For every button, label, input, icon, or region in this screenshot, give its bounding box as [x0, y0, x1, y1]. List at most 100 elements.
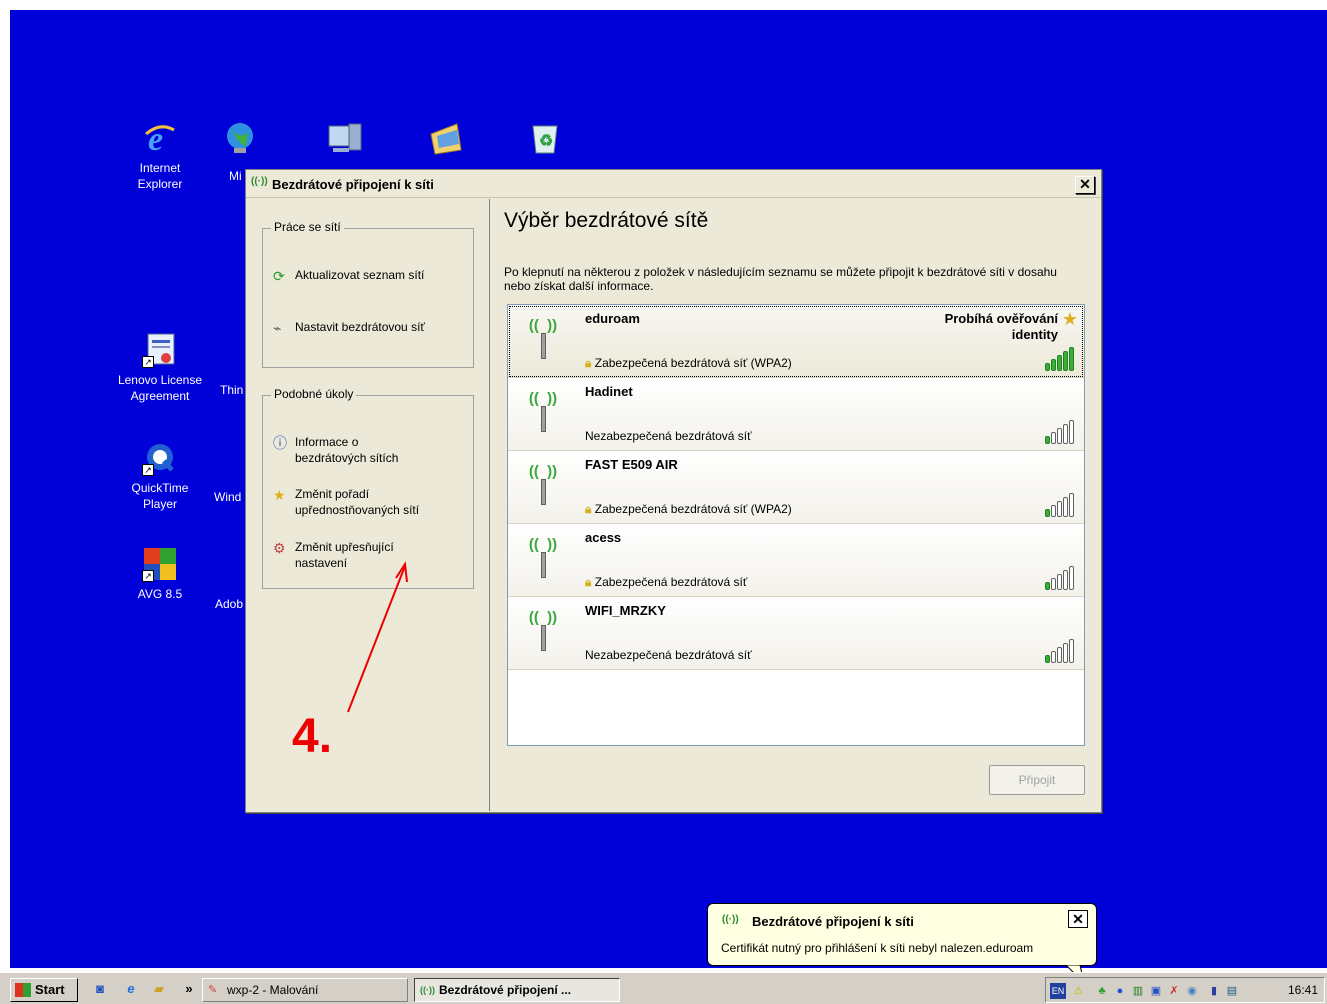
notification-balloon[interactable]: ((·)) Bezdrátové připojení k síti ✕ Cert…	[707, 903, 1097, 985]
signal-bar	[1051, 505, 1056, 517]
folder-icon[interactable]: ▰	[150, 980, 168, 998]
start-button[interactable]: Start	[10, 978, 78, 1002]
signal-strength-icon	[1045, 566, 1074, 590]
signal-meter-icon[interactable]: ▥	[1130, 983, 1146, 999]
desktop-icon-recycle-bin[interactable]: ♻	[515, 120, 575, 160]
wireless-icon: ((·))	[251, 176, 268, 187]
network-warning-icon[interactable]: ⚠	[1070, 983, 1086, 999]
signal-bar	[1069, 493, 1074, 517]
computer-icon	[327, 120, 363, 156]
windows-logo-icon	[15, 983, 31, 997]
network-name: acess	[585, 530, 622, 545]
network-list[interactable]: (( )) eduroam Probíhá ověřování identity…	[507, 304, 1085, 746]
start-label: Start	[35, 982, 65, 997]
security-text: Zabezpečená bezdrátová síť (WPA2)	[594, 356, 792, 370]
task-refresh-list[interactable]: ⟳ Aktualizovat seznam sítí	[273, 267, 424, 285]
network-name: WIFI_MRZKY	[585, 603, 666, 618]
signal-strength-icon	[1045, 420, 1074, 444]
signal-bar	[1063, 424, 1068, 444]
globe-icon	[222, 120, 258, 156]
antenna-icon: (( ))	[520, 317, 566, 365]
recycle-bin-icon: ♻	[527, 120, 563, 156]
desktop-icon-quicktime[interactable]: ↗ QuickTime Player	[110, 440, 210, 512]
signal-bar	[1063, 570, 1068, 590]
network-name: eduroam	[585, 311, 640, 326]
signal-bar	[1057, 574, 1062, 590]
language-indicator[interactable]: EN	[1050, 983, 1066, 999]
signal-bar	[1045, 655, 1050, 663]
network-tasks-group: Práce se sítí ⟳ Aktualizovat seznam sítí…	[262, 220, 474, 368]
desktop-icon-internet-explorer[interactable]: e Internet Explorer	[110, 120, 210, 192]
balloon-close-button[interactable]: ✕	[1068, 910, 1088, 928]
close-button[interactable]: ✕	[1075, 176, 1095, 194]
desktop-icon-network[interactable]	[210, 120, 270, 160]
instructions-text: Po klepnutí na některou z položek v násl…	[504, 265, 1057, 293]
signal-bar	[1051, 651, 1056, 663]
wireless-icon: ((·))	[420, 985, 435, 995]
signal-bar	[1045, 582, 1050, 590]
signal-bar	[1051, 432, 1056, 444]
close-icon: ✕	[1072, 911, 1084, 927]
clock[interactable]: 16:41	[1288, 983, 1318, 997]
task-wireless-info[interactable]: ⓘ Informace o bezdrátových sítích	[273, 434, 398, 466]
battery-icon[interactable]: ▮	[1206, 983, 1222, 999]
desktop-icon-folder[interactable]	[415, 120, 475, 160]
wireless-icon: ((·))	[722, 914, 739, 925]
signal-bar	[1045, 363, 1050, 371]
tray-icon[interactable]: ▤	[1224, 983, 1240, 999]
show-desktop-icon[interactable]: ◙	[91, 980, 109, 998]
taskbar-button-wireless[interactable]: ((·)) Bezdrátové připojení ...	[414, 978, 620, 1002]
desktop-icon-lenovo-license[interactable]: ↗ Lenovo License Agreement	[110, 332, 210, 404]
task-advanced-settings[interactable]: ⚙ Změnit upřesňující nastavení	[273, 539, 394, 571]
network-item[interactable]: (( )) WIFI_MRZKY Nezabezpečená bezdrátov…	[508, 597, 1084, 670]
shortcut-arrow-icon: ↗	[142, 464, 154, 476]
taskbar-button-label: wxp-2 - Malování	[227, 983, 319, 997]
desktop-icon-avg[interactable]: ↗ AVG 8.5	[110, 546, 210, 602]
security-label: Nezabezpečená bezdrátová síť	[585, 429, 752, 443]
lock-icon: 🔒︎	[585, 356, 592, 370]
antenna-icon: (( ))	[520, 609, 566, 657]
internet-explorer-icon[interactable]: e	[122, 980, 140, 998]
network-name: Hadinet	[585, 384, 633, 399]
signal-bar	[1063, 351, 1068, 371]
desktop-icon-my-computer[interactable]	[315, 120, 375, 160]
task-label: Aktualizovat seznam sítí	[295, 268, 425, 282]
antenna-icon: (( ))	[520, 463, 566, 511]
network-item[interactable]: (( )) acess 🔒︎ Zabezpečená bezdrátová sí…	[508, 524, 1084, 597]
network-connection-icon[interactable]: ▣	[1148, 983, 1164, 999]
folder-mail-icon	[427, 120, 463, 156]
security-label: 🔒︎ Zabezpečená bezdrátová síť (WPA2)	[585, 356, 792, 371]
security-label: 🔒︎ Zabezpečená bezdrátová síť (WPA2)	[585, 502, 792, 517]
shortcut-arrow-icon: ↗	[142, 570, 154, 582]
taskbar: Start ◙ e ▰ » ✎ wxp-2 - Malování ((·)) B…	[0, 972, 1327, 1004]
quicklaunch-chevron-icon[interactable]: »	[180, 980, 198, 998]
info-icon: ⓘ	[273, 435, 287, 451]
desktop-icon-label: Lenovo License Agreement	[117, 373, 203, 403]
signal-bar	[1057, 647, 1062, 663]
taskbar-button-label: Bezdrátové připojení ...	[439, 983, 572, 997]
desktop-icon-label: QuickTime Player	[131, 481, 189, 511]
tray-icon[interactable]: ♣	[1094, 983, 1110, 999]
connect-button[interactable]: Připojit	[989, 765, 1085, 795]
signal-bar	[1045, 509, 1050, 517]
system-tray: EN ⚠ ♣ ● ▥ ▣ ✗ ◉ ▮ ▤ 16:41	[1045, 977, 1325, 1003]
network-item[interactable]: (( )) eduroam Probíhá ověřování identity…	[508, 305, 1084, 378]
taskbar-button-paint[interactable]: ✎ wxp-2 - Malování	[202, 978, 408, 1002]
signal-strength-icon	[1045, 347, 1074, 371]
tray-icon[interactable]: ◉	[1184, 983, 1200, 999]
network-item[interactable]: (( )) Hadinet Nezabezpečená bezdrátová s…	[508, 378, 1084, 451]
bluetooth-icon[interactable]: ●	[1112, 983, 1128, 999]
balloon-title: Bezdrátové připojení k síti	[752, 914, 914, 929]
task-setup-wireless[interactable]: ⌁ Nastavit bezdrátovou síť	[273, 319, 425, 337]
shortcut-arrow-icon: ↗	[142, 356, 154, 368]
svg-text:♻: ♻	[539, 133, 553, 150]
network-disconnected-icon[interactable]: ✗	[1166, 983, 1182, 999]
task-change-order[interactable]: ★ Změnit pořadí upřednostňovaných sítí	[273, 486, 419, 518]
signal-bar	[1069, 566, 1074, 590]
connection-status: Probíhá ověřování identity	[944, 311, 1058, 342]
balloon-message: Certifikát nutný pro přihlášení k síti n…	[721, 941, 1034, 955]
dialog-titlebar[interactable]: ((·)) Bezdrátové připojení k síti ✕	[246, 170, 1101, 198]
desktop-icon-label: Internet Explorer	[137, 161, 183, 191]
dialog-title: Bezdrátové připojení k síti	[272, 177, 434, 192]
network-item[interactable]: (( )) FAST E509 AIR 🔒︎ Zabezpečená bezdr…	[508, 451, 1084, 524]
